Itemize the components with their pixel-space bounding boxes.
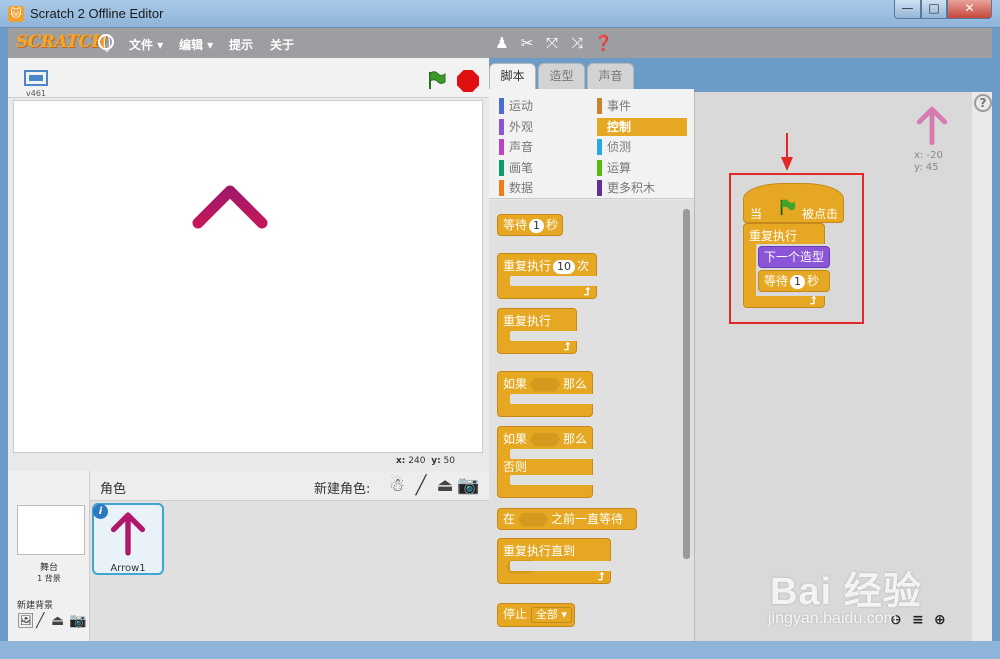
category-sound[interactable]: 声音 — [499, 138, 533, 156]
wait-script-block[interactable]: 等待 1 秒 — [758, 270, 830, 292]
close-button[interactable]: ✕ — [947, 0, 992, 19]
repeat-until-block[interactable]: 重复执行直到 ⮥ — [497, 538, 612, 584]
version-label: v461 — [26, 89, 47, 98]
new-backdrop-label: 新建背景 — [17, 601, 54, 611]
mouse-x-value: 240 — [408, 456, 426, 466]
block-palette: 运动 外观 声音 画笔 数据 事件 控制 侦测 运算 更多积木 等待 1 秒 重复执… — [489, 89, 694, 641]
upload-sprite-icon[interactable]: ⏏ — [434, 475, 456, 496]
selected-sprite-preview-icon — [916, 106, 948, 146]
green-flag-icon — [780, 199, 796, 216]
mouse-coordinates: x: 240 y: 50 — [396, 456, 455, 466]
if-then-block[interactable]: 如果 那么 — [497, 371, 594, 417]
mouse-y-value: 50 — [443, 456, 455, 466]
category-events[interactable]: 事件 — [597, 97, 631, 115]
category-pen[interactable]: 画笔 — [499, 159, 533, 177]
when-flag-clicked-block[interactable]: 当 被点击 — [743, 183, 844, 223]
camera-sprite-icon[interactable]: 📷 — [457, 475, 479, 496]
wait-block[interactable]: 等待 1 秒 — [497, 214, 563, 236]
menu-edit[interactable]: 编辑 ▾ — [179, 36, 213, 53]
sprite-x-value: -20 — [926, 150, 943, 161]
sprite-pane: 舞台 1 背景 新建背景 🖼 ╱ ⏏ 📷 角色 新建角色: ☃ ╱ ⏏ 📷 i … — [8, 471, 489, 641]
category-sensing[interactable]: 侦测 — [597, 138, 631, 156]
window-titlebar: 🐱 Scratch 2 Offline Editor — [0, 0, 1000, 28]
green-flag-icon[interactable] — [426, 70, 446, 90]
stop-icon[interactable] — [457, 70, 479, 92]
sprite-header: 角色 新建角色: ☃ ╱ ⏏ 📷 — [90, 471, 489, 501]
zoom-in-icon[interactable]: ⊕ — [934, 612, 946, 628]
minimize-button[interactable]: — — [894, 0, 921, 19]
stop-option-dropdown[interactable]: 全部 — [530, 607, 572, 623]
help-icon[interactable]: ❓ — [594, 34, 613, 52]
category-data[interactable]: 数据 — [499, 179, 533, 197]
blocks-list: 等待 1 秒 重复执行 10 次 ⮥ 重复执行 ⮥ 如果 那么 如果 那么 否则 在之前一直… — [489, 200, 694, 641]
menu-about[interactable]: 关于 — [270, 36, 294, 53]
menu-file[interactable]: 文件 ▾ — [129, 36, 163, 53]
scripts-help-icon[interactable]: ? — [974, 94, 992, 112]
info-icon[interactable]: i — [93, 504, 108, 519]
sprite-library-icon[interactable]: ☃ — [386, 475, 408, 496]
script-wait-input[interactable]: 1 — [790, 274, 806, 289]
red-arrow-marker — [781, 133, 793, 171]
backdrop-count: 1 背景 — [37, 574, 61, 583]
category-motion[interactable]: 运动 — [499, 97, 533, 115]
cut-icon[interactable]: ✂ — [518, 34, 536, 52]
menu-tips[interactable]: 提示 — [229, 36, 253, 53]
new-sprite-label: 新建角色: — [314, 482, 371, 497]
scratch-app-icon: 🐱 — [8, 6, 24, 22]
category-operators[interactable]: 运算 — [597, 159, 631, 177]
window-bottom-border — [0, 641, 1000, 659]
category-control[interactable]: 控制 — [597, 118, 687, 136]
tab-scripts[interactable]: 脚本 — [489, 63, 536, 90]
next-costume-block[interactable]: 下一个造型 — [758, 246, 830, 268]
palette-scrollbar[interactable] — [683, 209, 690, 559]
repeat-block[interactable]: 重复执行 10 次 ⮥ — [497, 253, 598, 299]
arrow-sprite[interactable] — [190, 183, 270, 283]
paint-sprite-icon[interactable]: ╱ — [410, 475, 432, 496]
fullscreen-icon[interactable] — [24, 70, 48, 86]
upload-backdrop-icon[interactable]: ⏏ — [51, 613, 64, 629]
baidu-watermark: Bai 经验 jingyan.baidu.com — [768, 571, 922, 627]
camera-backdrop-icon[interactable]: 📷 — [69, 613, 86, 629]
sprites-title: 角色 — [100, 482, 127, 497]
stop-block[interactable]: 停止 全部 — [497, 603, 575, 627]
sprite-name: Arrow1 — [110, 563, 146, 574]
maximize-button[interactable]: □ — [921, 0, 947, 19]
menu-bar: SCRATCH 文件 ▾ 编辑 ▾ 提示 关于 ♟ ✂ ⤧ ⤨ ❓ — [8, 28, 992, 58]
stage-label: 舞台 — [39, 563, 58, 573]
if-else-block[interactable]: 如果 那么 否则 — [497, 426, 594, 498]
wait-seconds-input[interactable]: 1 — [529, 218, 545, 233]
forever-block[interactable]: 重复执行 ⮥ — [497, 308, 578, 354]
grow-icon[interactable]: ⤧ — [543, 34, 561, 52]
stage-canvas[interactable] — [13, 100, 483, 453]
paint-backdrop-icon[interactable]: ╱ — [36, 613, 44, 629]
sprite-y-value: 45 — [925, 162, 939, 173]
shrink-icon[interactable]: ⤨ — [568, 34, 586, 52]
sprite-position: x: -20 y: 45 — [914, 150, 943, 173]
stage-thumbnail[interactable] — [17, 505, 85, 555]
backdrop-library-icon[interactable]: 🖼 — [17, 613, 35, 629]
stage-selector: 舞台 1 背景 新建背景 🖼 ╱ ⏏ 📷 — [8, 471, 90, 641]
tab-costumes[interactable]: 造型 — [538, 63, 585, 89]
stamp-icon[interactable]: ♟ — [493, 34, 511, 52]
category-looks[interactable]: 外观 — [499, 118, 533, 136]
stage-panel: v461 x: 240 y: 50 — [8, 58, 489, 471]
category-list: 运动 外观 声音 画笔 数据 事件 控制 侦测 运算 更多积木 — [489, 89, 694, 199]
wait-until-block[interactable]: 在之前一直等待 — [497, 508, 637, 530]
tab-sounds[interactable]: 声音 — [587, 63, 634, 89]
arrow-thumbnail-icon — [110, 512, 146, 556]
sprite-thumbnail[interactable]: i Arrow1 — [92, 503, 164, 575]
language-globe-icon[interactable] — [98, 34, 114, 52]
repeat-count-input[interactable]: 10 — [553, 259, 576, 274]
window-title: Scratch 2 Offline Editor — [30, 6, 164, 21]
stage-toolbar: v461 — [8, 58, 489, 98]
scratch-logo[interactable]: SCRATCH — [16, 32, 107, 52]
category-more-blocks[interactable]: 更多积木 — [597, 179, 655, 197]
scripts-right-strip — [972, 92, 992, 641]
